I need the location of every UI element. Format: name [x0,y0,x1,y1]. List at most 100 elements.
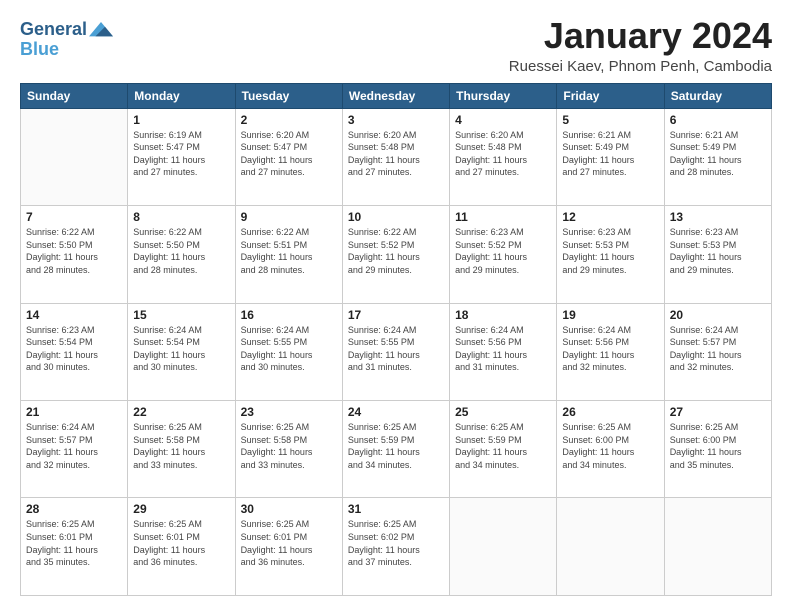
week-row-4: 21Sunrise: 6:24 AMSunset: 5:57 PMDayligh… [21,401,772,498]
day-number: 4 [455,113,551,127]
day-info: Sunrise: 6:24 AMSunset: 5:56 PMDaylight:… [562,324,658,374]
day-number: 21 [26,405,122,419]
day-number: 10 [348,210,444,224]
day-number: 9 [241,210,337,224]
day-cell-8: 8Sunrise: 6:22 AMSunset: 5:50 PMDaylight… [128,206,235,303]
header: General Blue January 2024 Ruessei Kaev, … [20,16,772,75]
day-cell-18: 18Sunrise: 6:24 AMSunset: 5:56 PMDayligh… [450,303,557,400]
day-cell-5: 5 Sunrise: 6:21 AMSunset: 5:49 PMDaylight… [557,108,664,205]
day-info: Sunrise: 6:25 AMSunset: 6:02 PMDaylight:… [348,518,444,568]
day-number: 18 [455,308,551,322]
day-info: Sunrise: 6:25 AMSunset: 6:01 PMDaylight:… [26,518,122,568]
day-info: Sunrise: 6:19 AMSunset: 5:47 PMDaylight:… [133,129,229,179]
day-number: 15 [133,308,229,322]
day-number: 6 [670,113,766,127]
day-info: Sunrise: 6:20 AMSunset: 5:48 PMDaylight:… [455,129,551,179]
day-info: Sunrise: 6:24 AMSunset: 5:55 PMDaylight:… [348,324,444,374]
day-info: Sunrise: 6:25 AMSunset: 6:00 PMDaylight:… [562,421,658,471]
day-info: Sunrise: 6:21 AMSunset: 5:49 PMDaylight:… [562,129,658,179]
day-cell-9: 9 Sunrise: 6:22 AMSunset: 5:51 PMDaylight… [235,206,342,303]
day-info: Sunrise: 6:25 AMSunset: 5:59 PMDaylight:… [348,421,444,471]
day-info: Sunrise: 6:23 AMSunset: 5:54 PMDaylight:… [26,324,122,374]
day-cell-11: 11 Sunrise: 6:23 AMSunset: 5:52 PMDayligh… [450,206,557,303]
day-info: Sunrise: 6:25 AMSunset: 5:58 PMDaylight:… [133,421,229,471]
day-number: 3 [348,113,444,127]
day-info: Sunrise: 6:22 AMSunset: 5:50 PMDaylight:… [26,226,122,276]
header-cell-friday: Friday [557,83,664,108]
day-number: 31 [348,502,444,516]
week-row-3: 14Sunrise: 6:23 AMSunset: 5:54 PMDayligh… [21,303,772,400]
subtitle: Ruessei Kaev, Phnom Penh, Cambodia [509,58,772,75]
day-number: 22 [133,405,229,419]
day-number: 2 [241,113,337,127]
week-row-5: 28 Sunrise: 6:25 AMSunset: 6:01 PMDayligh… [21,498,772,596]
day-cell-15: 15 Sunrise: 6:24 AMSunset: 5:54 PMDayligh… [128,303,235,400]
day-cell-12: 12 Sunrise: 6:23 AMSunset: 5:53 PMDayligh… [557,206,664,303]
day-cell-19: 19 Sunrise: 6:24 AMSunset: 5:56 PMDayligh… [557,303,664,400]
day-number: 11 [455,210,551,224]
day-number: 23 [241,405,337,419]
day-info: Sunrise: 6:21 AMSunset: 5:49 PMDaylight:… [670,129,766,179]
day-number: 1 [133,113,229,127]
day-number: 19 [562,308,658,322]
day-info: Sunrise: 6:23 AMSunset: 5:53 PMDaylight:… [670,226,766,276]
day-number: 24 [348,405,444,419]
header-cell-monday: Monday [128,83,235,108]
day-info: Sunrise: 6:22 AMSunset: 5:52 PMDaylight:… [348,226,444,276]
day-info: Sunrise: 6:25 AMSunset: 5:58 PMDaylight:… [241,421,337,471]
day-number: 16 [241,308,337,322]
week-row-2: 7 Sunrise: 6:22 AMSunset: 5:50 PMDaylight… [21,206,772,303]
day-info: Sunrise: 6:23 AMSunset: 5:53 PMDaylight:… [562,226,658,276]
day-cell-29: 29 Sunrise: 6:25 AMSunset: 6:01 PMDayligh… [128,498,235,596]
day-number: 20 [670,308,766,322]
day-info: Sunrise: 6:20 AMSunset: 5:47 PMDaylight:… [241,129,337,179]
day-number: 27 [670,405,766,419]
day-cell-10: 10 Sunrise: 6:22 AMSunset: 5:52 PMDayligh… [342,206,449,303]
title-area: January 2024 Ruessei Kaev, Phnom Penh, C… [509,16,772,75]
day-cell-22: 22 Sunrise: 6:25 AMSunset: 5:58 PMDayligh… [128,401,235,498]
day-cell-3: 3Sunrise: 6:20 AMSunset: 5:48 PMDaylight… [342,108,449,205]
day-info: Sunrise: 6:25 AMSunset: 6:01 PMDaylight:… [133,518,229,568]
logo: General Blue [20,20,113,60]
day-number: 5 [562,113,658,127]
day-cell-6: 6 Sunrise: 6:21 AMSunset: 5:49 PMDaylight… [664,108,771,205]
header-cell-tuesday: Tuesday [235,83,342,108]
day-info: Sunrise: 6:25 AMSunset: 6:01 PMDaylight:… [241,518,337,568]
day-number: 12 [562,210,658,224]
day-info: Sunrise: 6:22 AMSunset: 5:51 PMDaylight:… [241,226,337,276]
day-cell-1: 1 Sunrise: 6:19 AMSunset: 5:47 PMDaylight… [128,108,235,205]
day-info: Sunrise: 6:25 AMSunset: 6:00 PMDaylight:… [670,421,766,471]
day-number: 30 [241,502,337,516]
empty-cell [21,108,128,205]
header-cell-saturday: Saturday [664,83,771,108]
day-info: Sunrise: 6:24 AMSunset: 5:55 PMDaylight:… [241,324,337,374]
day-info: Sunrise: 6:24 AMSunset: 5:57 PMDaylight:… [670,324,766,374]
empty-cell [664,498,771,596]
day-cell-14: 14Sunrise: 6:23 AMSunset: 5:54 PMDayligh… [21,303,128,400]
day-cell-31: 31 Sunrise: 6:25 AMSunset: 6:02 PMDayligh… [342,498,449,596]
day-cell-4: 4 Sunrise: 6:20 AMSunset: 5:48 PMDaylight… [450,108,557,205]
day-number: 7 [26,210,122,224]
day-cell-2: 2 Sunrise: 6:20 AMSunset: 5:47 PMDaylight… [235,108,342,205]
day-info: Sunrise: 6:25 AMSunset: 5:59 PMDaylight:… [455,421,551,471]
logo-blue: Blue [20,40,113,60]
day-cell-23: 23 Sunrise: 6:25 AMSunset: 5:58 PMDayligh… [235,401,342,498]
month-title: January 2024 [509,16,772,56]
day-number: 28 [26,502,122,516]
page: General Blue January 2024 Ruessei Kaev, … [0,0,792,612]
week-row-1: 1 Sunrise: 6:19 AMSunset: 5:47 PMDaylight… [21,108,772,205]
day-info: Sunrise: 6:23 AMSunset: 5:52 PMDaylight:… [455,226,551,276]
logo-icon [89,20,113,40]
day-cell-17: 17 Sunrise: 6:24 AMSunset: 5:55 PMDayligh… [342,303,449,400]
day-number: 17 [348,308,444,322]
day-cell-28: 28 Sunrise: 6:25 AMSunset: 6:01 PMDayligh… [21,498,128,596]
day-info: Sunrise: 6:24 AMSunset: 5:54 PMDaylight:… [133,324,229,374]
day-number: 13 [670,210,766,224]
day-number: 29 [133,502,229,516]
day-number: 25 [455,405,551,419]
day-cell-26: 26Sunrise: 6:25 AMSunset: 6:00 PMDayligh… [557,401,664,498]
header-cell-sunday: Sunday [21,83,128,108]
day-cell-20: 20 Sunrise: 6:24 AMSunset: 5:57 PMDayligh… [664,303,771,400]
day-cell-30: 30 Sunrise: 6:25 AMSunset: 6:01 PMDayligh… [235,498,342,596]
header-row: SundayMondayTuesdayWednesdayThursdayFrid… [21,83,772,108]
